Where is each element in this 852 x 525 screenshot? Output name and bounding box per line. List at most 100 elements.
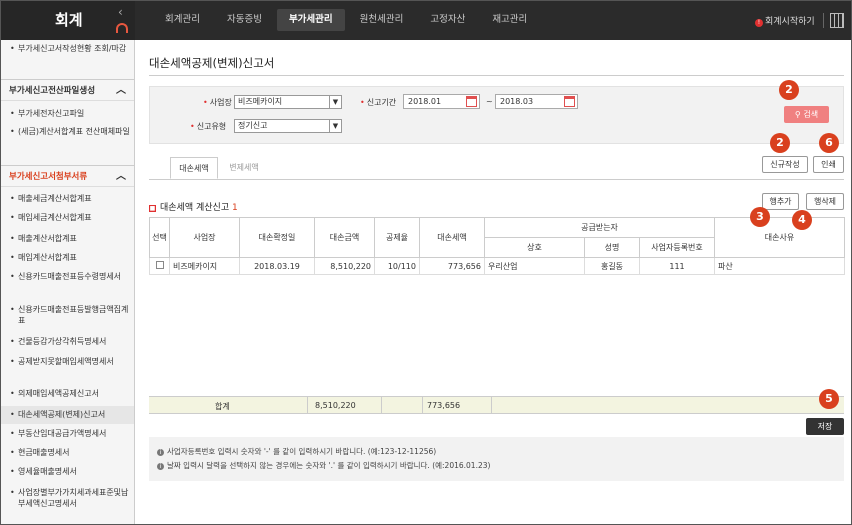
menu-item-fixed-assets[interactable]: 고정자산 [418, 9, 477, 31]
note-reg-no-text: 사업자등록번호 입력시 숫자와 '-' 를 같이 입력하시기 바랍니다. (예:… [167, 447, 437, 456]
cell-reg-no[interactable]: 111 [638, 257, 716, 275]
note-reg-no: i 사업자등록번호 입력시 숫자와 '-' 를 같이 입력하시기 바랍니다. (예… [157, 445, 844, 459]
print-button[interactable]: 인쇄 [813, 156, 844, 173]
callout-badge: 6 [819, 133, 839, 153]
sidebar-group-attachments[interactable]: 부가세신고서첨부서류 ︿ [1, 165, 134, 187]
sidebar-group-efile[interactable]: 부가세신고전산파일생성 ︿ [1, 79, 134, 101]
note-date: i 날짜 입력시 달력을 선택하지 않는 경우에는 숫자와 '.' 를 같이 입력… [157, 459, 844, 473]
main-menu: 회계관리 자동증빙 부가세관리 원천세관리 고정자산 재고관리 [153, 9, 542, 31]
calendar-icon[interactable] [564, 96, 575, 107]
callout-badge: 2 [770, 133, 790, 153]
new-button[interactable]: 신규작성 [762, 156, 808, 173]
divider [381, 397, 382, 414]
section-marker-icon: ■ [149, 205, 156, 212]
divider [149, 179, 844, 180]
callout-badge: 2 [779, 80, 799, 100]
row-checkbox[interactable] [155, 261, 164, 269]
main-content: 대손세액공제(변제)신고서 • 사업장 비즈메카이지 ▼ • 신고기간 2018.01… [136, 40, 851, 524]
sidebar-item[interactable]: 신용카드매출전표등수령명세서 [10, 271, 130, 282]
sidebar-item-vat-efile[interactable]: 부가세전자신고파일 [10, 108, 130, 119]
delete-row-button[interactable]: 행삭제 [806, 193, 844, 210]
divider [422, 397, 423, 414]
menu-item-auto-evidence[interactable]: 자동증빙 [215, 9, 274, 31]
sidebar-item[interactable]: 영세율매출명세서 [10, 466, 130, 477]
cell-reason[interactable]: 파산 [714, 257, 846, 275]
sidebar-item[interactable]: 부동산임대공급가액명세서 [10, 428, 130, 439]
total-amount: 8,510,220 [315, 401, 356, 410]
period-to-value: 2018.03 [500, 97, 534, 106]
chevron-up-icon: ︿ [116, 171, 126, 182]
start-accounting-label: 회계시작하기 [765, 17, 815, 27]
cell-tax[interactable]: 773,656 [419, 257, 485, 275]
calendar-icon[interactable] [466, 96, 477, 107]
menu-item-accounting[interactable]: 회계관리 [153, 9, 212, 31]
info-icon: i [157, 463, 164, 470]
menu-item-inventory[interactable]: 재고관리 [480, 9, 539, 31]
calculator-icon[interactable] [830, 13, 844, 28]
tab-repayment[interactable]: 변제세액 [220, 157, 268, 179]
row-checkbox-cell[interactable] [149, 257, 170, 275]
add-row-button[interactable]: 행추가 [762, 193, 799, 210]
col-header-business: 사업장 [169, 217, 240, 258]
period-from-input[interactable]: 2018.01 [403, 94, 480, 109]
info-icon: ! [755, 19, 763, 27]
sidebar-item[interactable]: 사업장별부가가치세과세표준및납부세액신고명세서 [10, 487, 130, 509]
period-from-value: 2018.01 [408, 97, 442, 106]
notes-panel: i 사업자등록번호 입력시 숫자와 '-' 를 같이 입력하시기 바랍니다. (예… [149, 437, 844, 481]
menu-item-vat[interactable]: 부가세관리 [276, 9, 345, 31]
cell-date[interactable]: 2018.03.19 [239, 257, 315, 275]
search-button[interactable]: ⚲ 검색 [784, 106, 829, 123]
divider [491, 397, 492, 414]
total-label: 합계 [215, 402, 230, 411]
section-title-text: 대손세액 계산신고 [160, 203, 230, 213]
save-button[interactable]: 저장 [806, 418, 844, 435]
page-title: 대손세액공제(변제)신고서 [149, 56, 275, 70]
tab-bad-debt[interactable]: 대손세액 [170, 157, 218, 179]
cell-business[interactable]: 비즈메카이지 [169, 257, 240, 275]
sidebar-item[interactable]: 건물등감가상각취득명세서 [10, 336, 130, 347]
report-type-select[interactable]: 정기신고 ▼ [234, 119, 342, 133]
cell-company[interactable]: 우리산업 [484, 257, 585, 275]
sidebar-item[interactable]: 매입세금계산서합계표 [10, 212, 130, 223]
top-nav-bar: 회계 ‹ 회계관리 자동증빙 부가세관리 원천세관리 고정자산 재고관리 ! 회계… [1, 1, 851, 40]
headset-icon[interactable] [116, 23, 128, 33]
col-header-date: 대손확정일 [239, 217, 315, 258]
search-button-label: 검색 [803, 110, 819, 119]
table-row[interactable]: 비즈메카이지 2018.03.19 8,510,220 10/110 773,6… [149, 257, 846, 275]
section-title: ■ 대손세액 계산신고 1 [149, 200, 238, 213]
sidebar-item[interactable]: 매출계산서합계표 [10, 233, 130, 244]
sidebar-item[interactable]: 공제받지못할매입세액명세서 [10, 356, 130, 367]
sidebar-item[interactable]: 매출세금계산서합계표 [10, 193, 130, 204]
sidebar-item-vat-status[interactable]: 부가세신고서작성현황 조회/마감 [10, 43, 130, 54]
cell-amount[interactable]: 8,510,220 [314, 257, 375, 275]
sidebar-group-efile-title: 부가세신고전산파일생성 [9, 86, 96, 96]
col-header-tax: 대손세액 [419, 217, 485, 258]
sidebar-item-bad-debt[interactable]: 대손세액공제(변제)신고서 [1, 406, 134, 424]
total-tax: 773,656 [427, 401, 461, 410]
col-header-amount: 대손금액 [314, 217, 375, 258]
cell-rate[interactable]: 10/110 [374, 257, 420, 275]
chevron-left-icon[interactable]: ‹ [118, 5, 123, 19]
total-row: 합계 8,510,220 773,656 [149, 396, 844, 414]
chevron-up-icon: ︿ [116, 85, 126, 96]
sidebar-item[interactable]: 신용카드매출전표등발행금액집계표 [10, 304, 130, 326]
start-accounting-link[interactable]: ! 회계시작하기 [755, 14, 815, 27]
period-to-input[interactable]: 2018.03 [495, 94, 578, 109]
sidebar: 부가세신고서작성현황 조회/마감 부가세신고전산파일생성︿ 부가세전자신고파일 … [1, 40, 135, 524]
sidebar-item-invoice-media[interactable]: (세금)계산서합계표 전산매체파일 [10, 126, 130, 137]
sidebar-item[interactable]: 현금매출명세서 [10, 447, 130, 458]
sidebar-item[interactable]: 매입계산서합계표 [10, 252, 130, 263]
col-header-select: 선택 [149, 217, 170, 258]
menu-item-withholding[interactable]: 원천세관리 [348, 9, 416, 31]
note-date-text: 날짜 입력시 달력을 선택하지 않는 경우에는 숫자와 '.' 를 같이 입력하… [167, 461, 491, 470]
sidebar-group-attachments-title: 부가세신고서첨부서류 [9, 172, 88, 182]
callout-badge: 5 [819, 389, 839, 409]
period-tilde: ~ [486, 97, 493, 106]
col-header-rate: 공제율 [374, 217, 420, 258]
sidebar-item[interactable]: 의제매입세액공제신고서 [10, 388, 130, 399]
col-header-reason: 대손사유 [714, 217, 846, 258]
col-header-recipient: 공급받는자 [483, 217, 716, 238]
cell-name[interactable]: 홍길동 [584, 257, 640, 275]
callout-badge: 4 [792, 210, 812, 230]
business-select[interactable]: 비즈메카이지 ▼ [234, 95, 342, 109]
